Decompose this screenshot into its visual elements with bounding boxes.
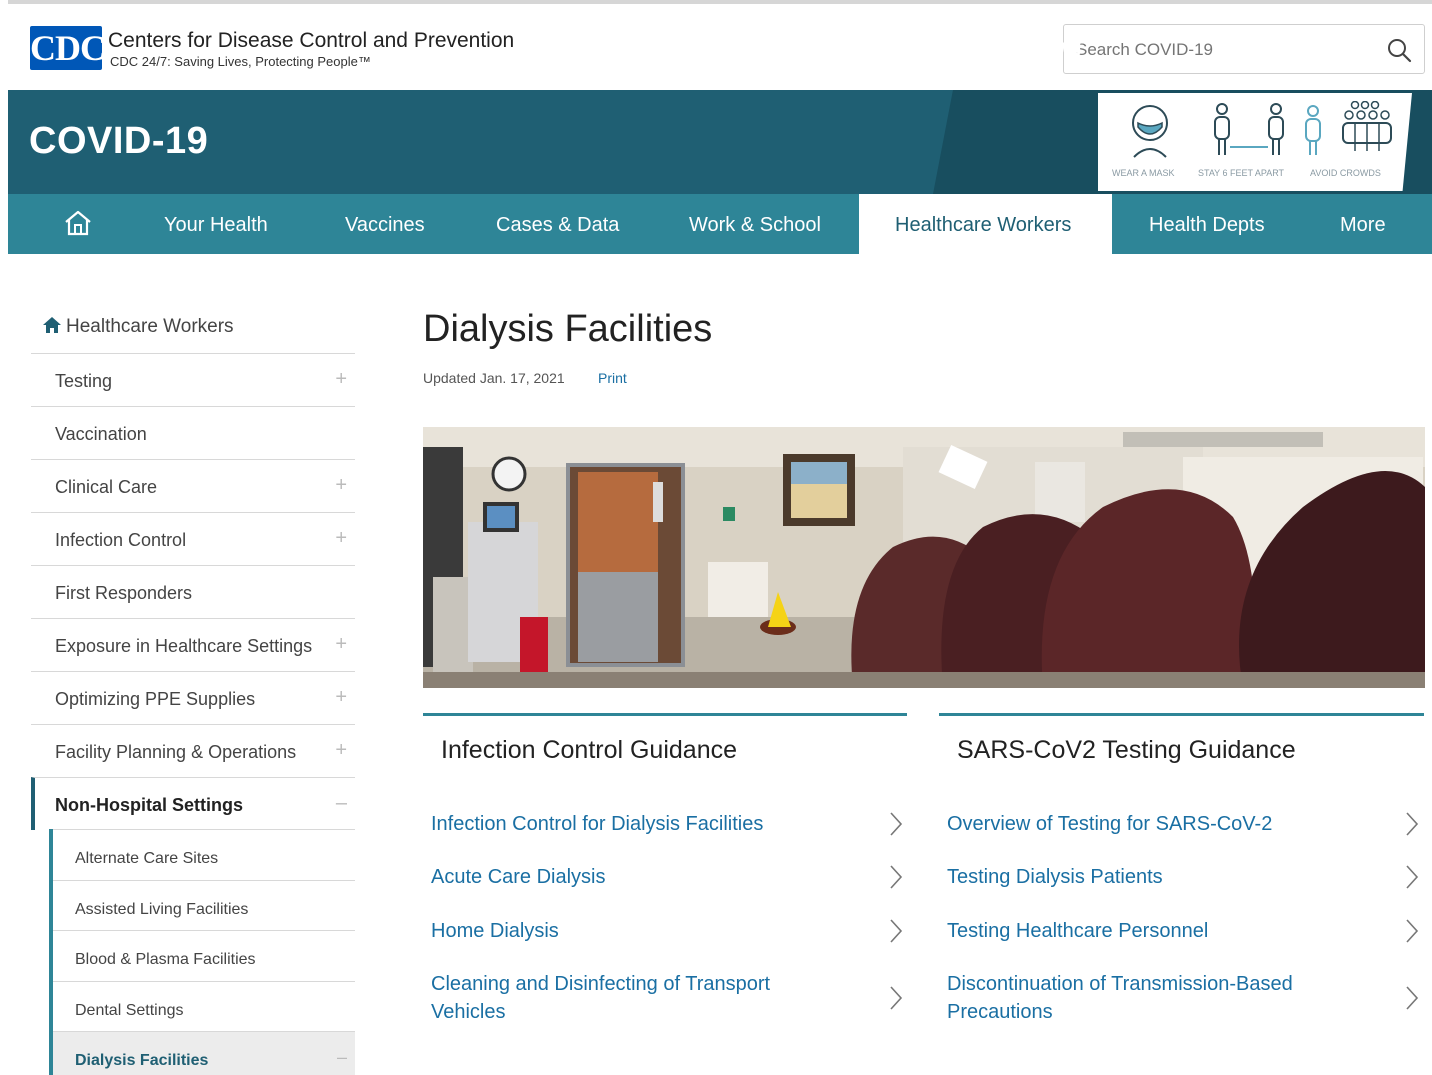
act-now-label[interactable]: ACT NOW! — [955, 38, 1083, 67]
nav-cases-data[interactable]: Cases & Data — [496, 194, 619, 254]
chevron-right-icon — [890, 812, 903, 836]
site-header: CDC Centers for Disease Control and Prev… — [8, 4, 1432, 90]
home-filled-icon — [43, 317, 61, 333]
search-input[interactable] — [1076, 37, 1376, 63]
home-icon[interactable] — [63, 209, 93, 237]
card-link-list: Overview of Testing for SARS-CoV-2 Testi… — [947, 810, 1423, 1026]
sidebar-item-non-hospital[interactable]: Non-Hospital Settings – — [31, 777, 355, 830]
card-link[interactable]: Testing Healthcare Personnel — [947, 917, 1423, 945]
search-box — [1063, 24, 1425, 74]
card-link[interactable]: Discontinuation of Transmission-Based Pr… — [947, 970, 1423, 1026]
cdc-logo[interactable]: CDC — [30, 26, 106, 70]
card-link[interactable]: Testing Dialysis Patients — [947, 863, 1423, 891]
act-now-icons[interactable]: WEAR A MASK STAY 6 FEET APART AVOID CROW… — [1098, 93, 1412, 191]
card-link[interactable]: Acute Care Dialysis — [431, 863, 907, 891]
nav-your-health[interactable]: Your Health — [164, 194, 268, 254]
expand-icon[interactable]: + — [335, 686, 347, 709]
sidebar-subnav: Alternate Care Sites Assisted Living Fac… — [49, 829, 355, 1075]
banner-title[interactable]: COVID-19 — [29, 120, 208, 163]
org-name[interactable]: Centers for Disease Control and Preventi… — [108, 29, 514, 53]
expand-icon[interactable]: + — [335, 527, 347, 550]
crowd-icon — [1305, 101, 1392, 155]
sidebar-item-label: Non-Hospital Settings — [55, 795, 243, 815]
testing-guidance-card: SARS-CoV2 Testing Guidance Overview of T… — [939, 713, 1424, 1033]
sidebar-subitem-label: Dental Settings — [75, 1001, 184, 1019]
hero-image — [423, 427, 1425, 688]
sidebar-subitem-blood-plasma[interactable]: Blood & Plasma Facilities — [53, 930, 355, 981]
collapse-icon[interactable]: – — [337, 1047, 347, 1068]
sidebar-item-infection-control[interactable]: Infection Control + — [31, 512, 355, 565]
chevron-right-icon — [890, 986, 903, 1010]
distance-label: STAY 6 FEET APART — [1198, 168, 1285, 178]
chevron-right-icon — [1406, 812, 1419, 836]
sidebar-item-exposure[interactable]: Exposure in Healthcare Settings + — [31, 618, 355, 671]
sidebar-item-clinical-care[interactable]: Clinical Care + — [31, 459, 355, 512]
sidebar-item-testing[interactable]: Testing + — [31, 353, 355, 406]
sidebar-subitem-label: Assisted Living Facilities — [75, 900, 249, 918]
crowd-label: AVOID CROWDS — [1310, 168, 1381, 178]
sidebar-item-label: Infection Control — [55, 530, 187, 550]
sidebar-item-vaccination[interactable]: Vaccination — [31, 406, 355, 459]
sidebar-item-first-responders[interactable]: First Responders — [31, 565, 355, 618]
sidebar-subitem-label: Blood & Plasma Facilities — [75, 951, 256, 968]
nav-work-school[interactable]: Work & School — [689, 194, 821, 254]
nav-more[interactable]: More — [1340, 194, 1386, 254]
mask-label: WEAR A MASK — [1112, 168, 1175, 178]
chevron-right-icon — [1406, 919, 1419, 943]
distance-icon — [1214, 103, 1284, 155]
nav-vaccines[interactable]: Vaccines — [345, 194, 425, 254]
chevron-right-icon — [1406, 986, 1419, 1010]
nav-healthcare-workers[interactable]: Healthcare Workers — [859, 194, 1112, 254]
sidebar-nav: Testing + Vaccination Clinical Care + Infe… — [31, 353, 355, 830]
sidebar-item-label: Exposure in Healthcare Settings — [55, 636, 313, 656]
sidebar-item-label: First Responders — [55, 583, 193, 603]
sidebar-home-link[interactable]: Healthcare Workers — [42, 316, 234, 338]
print-link[interactable]: Print — [598, 370, 627, 386]
infection-control-card: Infection Control Guidance Infection Con… — [423, 713, 907, 1033]
expand-icon[interactable]: + — [335, 739, 347, 762]
mask-icon — [1132, 105, 1168, 158]
org-tagline: CDC 24/7: Saving Lives, Protecting Peopl… — [110, 54, 371, 69]
card-link[interactable]: Overview of Testing for SARS-CoV-2 — [947, 810, 1423, 838]
card-link-list: Infection Control for Dialysis Facilitie… — [431, 810, 907, 1026]
sidebar-item-label: Vaccination — [55, 424, 147, 444]
card-link[interactable]: Infection Control for Dialysis Facilitie… — [431, 810, 907, 838]
sidebar-item-label: Optimizing PPE Supplies — [55, 689, 256, 709]
updated-date: Updated Jan. 17, 2021 — [423, 370, 565, 386]
collapse-icon[interactable]: – — [336, 792, 347, 815]
search-icon[interactable] — [1386, 37, 1412, 63]
sidebar-subitem-label: Alternate Care Sites — [75, 850, 219, 867]
sidebar-subitem-assisted-living[interactable]: Assisted Living Facilities — [53, 879, 355, 931]
chevron-right-icon — [890, 865, 903, 889]
sidebar-item-ppe[interactable]: Optimizing PPE Supplies + — [31, 671, 355, 724]
chevron-right-icon — [890, 919, 903, 943]
card-link[interactable]: Cleaning and Disinfecting of Transport V… — [431, 970, 907, 1026]
sidebar-subitem-dialysis[interactable]: Dialysis Facilities – — [53, 1031, 355, 1075]
sidebar-subitem-label: Dialysis Facilities — [75, 1052, 209, 1069]
expand-icon[interactable]: + — [335, 474, 347, 497]
sidebar-item-label: Testing — [55, 371, 113, 391]
sidebar-subitem-alternate-care[interactable]: Alternate Care Sites — [53, 829, 355, 880]
page-title: Dialysis Facilities — [423, 308, 713, 350]
chevron-right-icon — [1406, 865, 1419, 889]
nav-health-depts[interactable]: Health Depts — [1149, 194, 1265, 254]
sidebar-item-label: Clinical Care — [55, 477, 158, 497]
card-title: Infection Control Guidance — [441, 736, 738, 764]
sidebar-subitem-dental[interactable]: Dental Settings — [53, 980, 355, 1032]
sidebar-item-facility-planning[interactable]: Facility Planning & Operations + — [31, 724, 355, 777]
card-link[interactable]: Home Dialysis — [431, 917, 907, 945]
expand-icon[interactable]: + — [335, 633, 347, 656]
sidebar-item-label: Facility Planning & Operations — [55, 742, 297, 762]
sidebar-home-label: Healthcare Workers — [66, 316, 234, 337]
expand-icon[interactable]: + — [335, 368, 347, 391]
card-title: SARS-CoV2 Testing Guidance — [957, 736, 1296, 764]
main-nav: Your Health Vaccines Cases & Data Work &… — [8, 194, 1432, 254]
